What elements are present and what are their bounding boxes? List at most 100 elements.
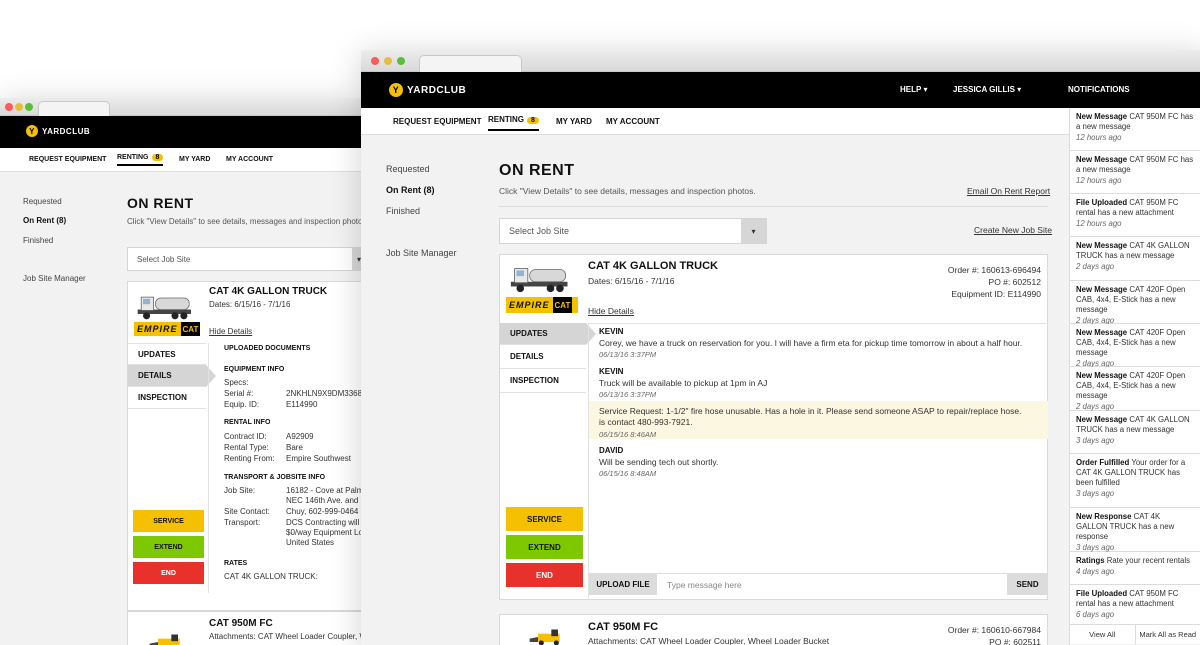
upload-file-button[interactable]: UPLOAD FILE (589, 574, 657, 595)
service-button[interactable]: SERVICE (506, 507, 583, 531)
nav-my-yard[interactable]: MY YARD (556, 117, 592, 126)
service-button[interactable]: SERVICE (133, 510, 204, 532)
notification-type: New Message (1076, 328, 1128, 337)
nav-request-equipment[interactable]: REQUEST EQUIPMENT (393, 117, 481, 126)
extend-button[interactable]: EXTEND (506, 535, 583, 559)
close-dot-icon[interactable] (371, 57, 379, 65)
site-contact-label: Site Contact: (224, 507, 270, 516)
cat-logo-text: CAT (180, 322, 201, 336)
view-all-button[interactable]: View All (1070, 625, 1135, 644)
page-subtitle: Click "View Details" to see details, mes… (127, 217, 362, 226)
tab-details[interactable]: DETAILS (128, 365, 216, 387)
nav-my-account[interactable]: MY ACCOUNT (606, 117, 660, 126)
transport-heading: TRANSPORT & JOBSITE INFO (224, 474, 326, 481)
end-button[interactable]: END (133, 562, 204, 584)
notification-item[interactable]: Order Fulfilled Your order for a CAT 4K … (1070, 454, 1200, 508)
nav-renting-label: RENTING (117, 154, 149, 161)
rates-heading: RATES (224, 560, 248, 567)
sidebar-requested[interactable]: Requested (386, 164, 430, 174)
notification-item[interactable]: New Message CAT 4K GALLON TRUCK has a ne… (1070, 411, 1200, 454)
back-browser-window: Y YARDCLUB REQUEST EQUIPMENT RENTING 8 MY… (0, 98, 362, 645)
notification-item[interactable]: New Message CAT 420F Open CAB, 4x4, E-St… (1070, 281, 1200, 325)
rental2-order-number: Order #: 160610-667984 (947, 625, 1041, 635)
minimize-dot-icon[interactable] (15, 103, 23, 111)
hide-details-link[interactable]: Hide Details (209, 327, 252, 336)
close-dot-icon[interactable] (5, 103, 13, 111)
mark-all-read-button[interactable]: Mark All as Read (1134, 625, 1200, 644)
sidebar-finished[interactable]: Finished (386, 206, 420, 216)
transport-line-2: $0/way Equipment Lo (286, 528, 362, 537)
tab-inspection-label: INSPECTION (510, 376, 559, 385)
maximize-dot-icon[interactable] (25, 103, 33, 111)
help-menu[interactable]: HELP ▾ (900, 85, 927, 94)
rental-title: CAT 4K GALLON TRUCK (588, 260, 718, 272)
back-window-chrome (0, 98, 362, 116)
email-on-rent-report-link[interactable]: Email On Rent Report (967, 186, 1050, 196)
nav-renting[interactable]: RENTING 8 (117, 154, 164, 166)
notification-item[interactable]: New Message CAT 420F Open CAB, 4x4, E-St… (1070, 367, 1200, 411)
notification-item[interactable]: New Message CAT 950M FC has a new messag… (1070, 108, 1200, 151)
create-new-job-site-link[interactable]: Create New Job Site (974, 225, 1052, 235)
tab-details-label: DETAILS (138, 371, 172, 380)
tab-inspection[interactable]: INSPECTION (128, 387, 206, 409)
sidebar-job-site-manager[interactable]: Job Site Manager (386, 248, 457, 258)
brand-name: YARDCLUB (407, 84, 467, 96)
sidebar-job-site-manager[interactable]: Job Site Manager (23, 274, 86, 283)
rental-type-label: Rental Type: (224, 443, 269, 452)
message-author: DAVID (599, 446, 624, 455)
sidebar-requested[interactable]: Requested (23, 197, 62, 206)
yardclub-logo-icon: Y (389, 83, 403, 97)
tab-details[interactable]: DETAILS (500, 345, 586, 369)
notification-type: New Message (1076, 241, 1128, 250)
water-truck-image (137, 296, 191, 320)
rental-card-truck: EMPIRE CAT CAT 4K GALLON TRUCK Dates: 6/1… (127, 281, 362, 611)
sidebar-on-rent[interactable]: On Rent (8) (23, 216, 66, 225)
rental-info-heading: RENTAL INFO (224, 419, 271, 426)
back-logo[interactable]: Y YARDCLUB (26, 125, 90, 137)
vendor-logo-text: EMPIRE (509, 300, 550, 310)
notification-item[interactable]: New Message CAT 950M FC has a new messag… (1070, 151, 1200, 194)
front-browser-tab[interactable] (419, 55, 522, 72)
notification-type: New Message (1076, 155, 1128, 164)
notifications-button[interactable]: NOTIFICATIONS (1068, 85, 1130, 94)
job-site-select[interactable]: Select Job Site ▾ (499, 218, 767, 244)
notification-item[interactable]: Ratings Rate your recent rentals 4 days a… (1070, 552, 1200, 585)
notification-time: 4 days ago (1076, 567, 1115, 576)
hide-details-link[interactable]: Hide Details (588, 306, 634, 316)
nav-my-account[interactable]: MY ACCOUNT (226, 156, 273, 163)
transport-line-3: United States (286, 538, 335, 547)
notification-item[interactable]: New Response CAT 4K GALLON TRUCK has a n… (1070, 508, 1200, 552)
front-logo[interactable]: Y YARDCLUB (389, 83, 466, 97)
sidebar-on-rent[interactable]: On Rent (8) (386, 185, 435, 195)
nav-renting[interactable]: RENTING 8 (488, 115, 539, 131)
notification-item[interactable]: File Uploaded CAT 950M FC rental has a n… (1070, 194, 1200, 237)
rental-card-truck: EMPIRE CAT CAT 4K GALLON TRUCK Dates: 6/1… (499, 254, 1048, 600)
notification-item[interactable]: New Message CAT 4K GALLON TRUCK has a ne… (1070, 237, 1200, 281)
end-button[interactable]: END (506, 563, 583, 587)
back-browser-tab[interactable] (38, 101, 110, 116)
tab-updates[interactable]: UPDATES (500, 323, 596, 345)
notification-item[interactable]: New Message CAT 420F Open CAB, 4x4, E-St… (1070, 324, 1200, 368)
minimize-dot-icon[interactable] (384, 57, 392, 65)
maximize-dot-icon[interactable] (397, 57, 405, 65)
rental2-attachments: Attachments: CAT Wheel Loader Coupler, W… (588, 636, 830, 645)
equipment-info-heading: EQUIPMENT INFO (224, 366, 285, 373)
sidebar-finished[interactable]: Finished (23, 236, 53, 245)
tab-inspection[interactable]: INSPECTION (500, 369, 586, 393)
job-site-select[interactable]: Select Job Site ▾ (127, 247, 362, 271)
renting-from-value: Empire Southwest (286, 454, 351, 463)
extend-button[interactable]: EXTEND (133, 536, 204, 558)
help-label: HELP (900, 85, 922, 94)
message-time: 06/15/16 8:46AM (599, 430, 657, 439)
notification-item[interactable]: File Uploaded CAT 950M FC rental has a n… (1070, 585, 1200, 629)
chevron-down-icon[interactable]: ▾ (741, 219, 766, 243)
site-contact-value: Chuy, 602-999-0464 (286, 507, 359, 516)
nav-my-yard[interactable]: MY YARD (179, 156, 210, 163)
send-button[interactable]: SEND (1007, 574, 1048, 595)
rental-card-loader: CAT 950M FC Attachments: CAT Wheel Loade… (499, 614, 1048, 645)
tab-updates[interactable]: UPDATES (128, 343, 206, 365)
message-input[interactable]: Type message here (657, 574, 1007, 595)
user-menu[interactable]: JESSICA GILLIS ▾ (953, 85, 1021, 94)
job-site-line-1: 16182 - Cove at Palm (286, 486, 362, 495)
nav-request-equipment[interactable]: REQUEST EQUIPMENT (29, 156, 106, 163)
